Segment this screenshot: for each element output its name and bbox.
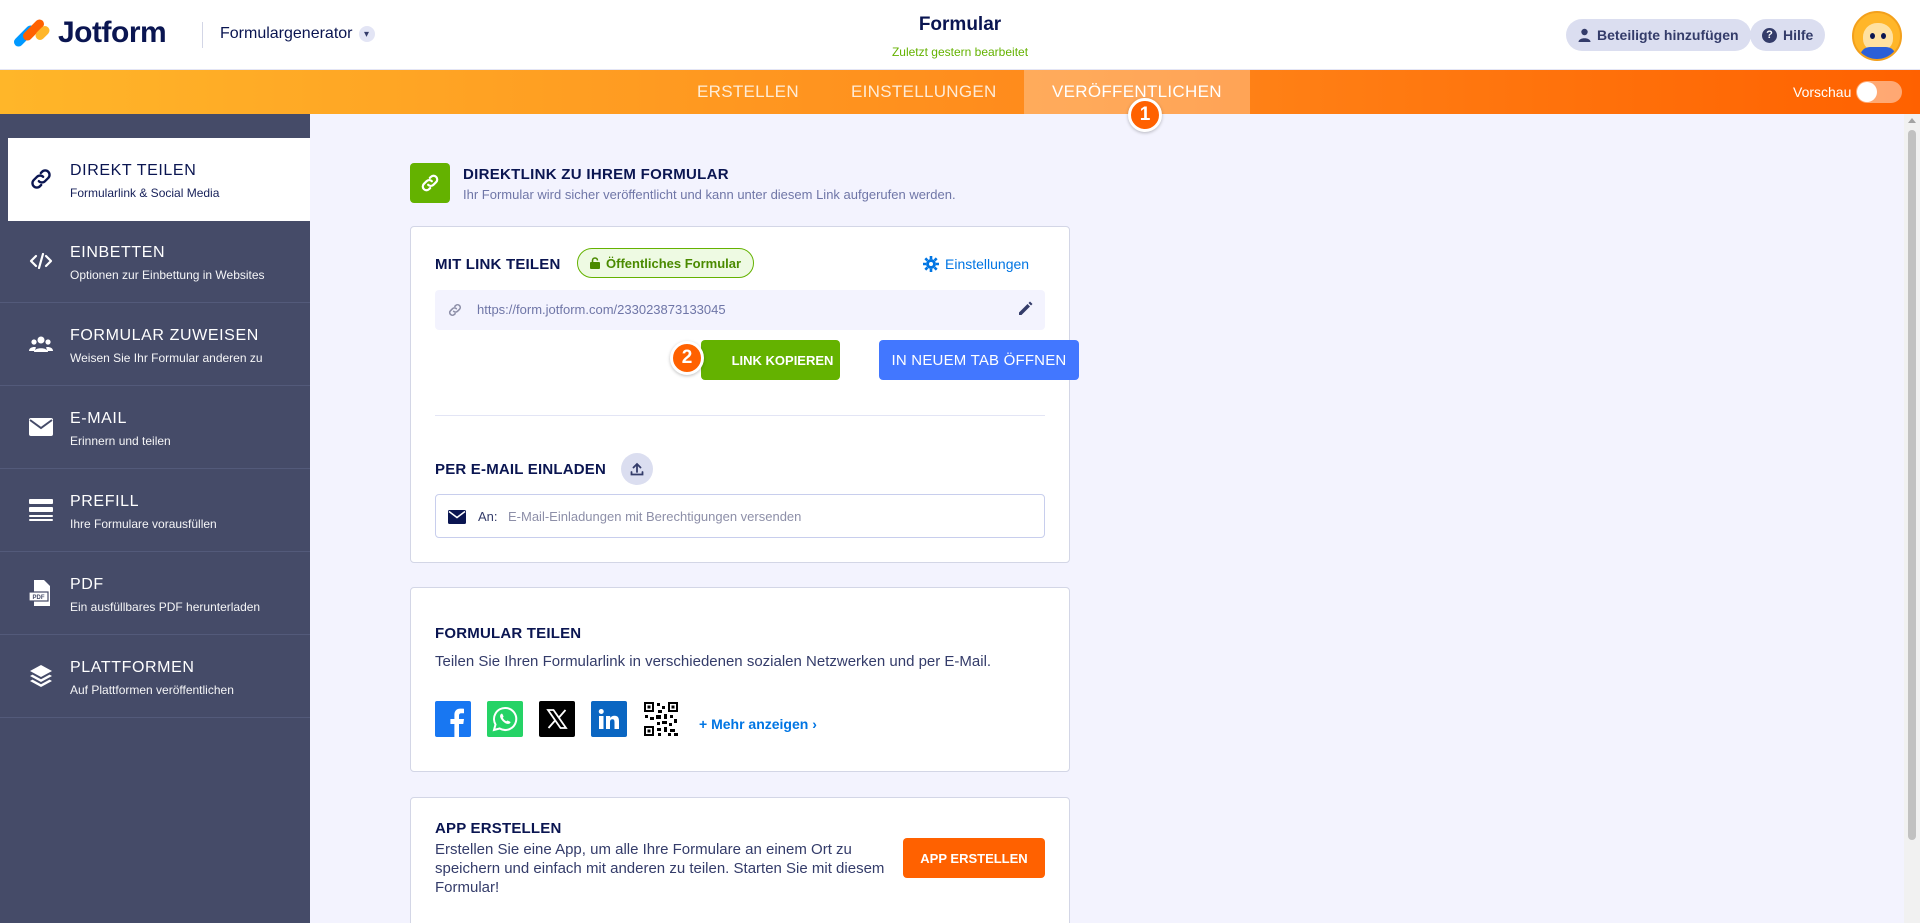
sidebar-item-title: E-MAIL: [70, 410, 127, 427]
lock-icon: [590, 257, 600, 269]
sidebar-item-title: PLATTFORMEN: [70, 659, 195, 676]
header-divider: [202, 22, 203, 48]
x-twitter-icon[interactable]: [539, 701, 575, 737]
open-in-new-tab-button[interactable]: IN NEUEM TAB ÖFFNEN: [879, 340, 1079, 380]
gear-icon: [923, 256, 939, 272]
sidebar-item-prefill[interactable]: PREFILL Ihre Formulare vorausfüllen: [0, 469, 310, 552]
show-more-link[interactable]: + Mehr anzeigen ›: [699, 716, 817, 732]
user-icon: [1578, 28, 1591, 42]
sidebar-item-title: EINBETTEN: [70, 244, 166, 261]
link-icon: [410, 163, 450, 203]
share-form-subtitle: Teilen Sie Ihren Formularlink in verschi…: [435, 653, 992, 670]
builder-tab-bar: ERSTELLEN EINSTELLUNGEN VERÖFFENTLICHEN: [0, 70, 1920, 114]
sidebar-item-direct-share[interactable]: DIREKT TEILEN Formularlink & Social Medi…: [8, 138, 310, 221]
brand-name: Jotform: [58, 16, 167, 49]
linkedin-icon[interactable]: [591, 701, 627, 737]
direct-link-title: DIREKTLINK ZU IHREM FORMULAR: [463, 166, 729, 183]
sidebar-item-subtitle: Formularlink & Social Media: [70, 186, 220, 200]
email-to-label: An:: [478, 509, 498, 524]
sidebar-item-subtitle: Ein ausfüllbares PDF herunterladen: [70, 600, 261, 614]
sidebar-item-email[interactable]: E-MAIL Erinnern und teilen: [0, 386, 310, 469]
jotform-logo-icon: [12, 17, 52, 49]
add-collaborators-button[interactable]: Beteiligte hinzufügen: [1566, 19, 1751, 51]
link-settings-label: Einstellungen: [945, 256, 1030, 272]
top-header: Jotform Formulargenerator ▾ Formular Zul…: [0, 0, 1920, 70]
sidebar-item-title: FORMULAR ZUWEISEN: [70, 327, 259, 344]
qr-code-icon[interactable]: [643, 701, 679, 737]
help-icon: ?: [1762, 27, 1777, 43]
public-form-label: Öffentliches Formular: [606, 255, 742, 271]
form-generator-dropdown[interactable]: Formulargenerator ▾: [220, 25, 375, 43]
public-form-badge[interactable]: Öffentliches Formular: [577, 248, 755, 278]
sidebar-item-pdf[interactable]: PDF PDF Ein ausfüllbares PDF herunterlad…: [0, 552, 310, 635]
tab-create[interactable]: ERSTELLEN: [669, 70, 827, 114]
help-label: Hilfe: [1783, 27, 1814, 43]
link-icon: [448, 303, 462, 317]
sidebar-item-platforms[interactable]: PLATTFORMEN Auf Plattformen veröffentlic…: [0, 635, 310, 718]
help-button[interactable]: ? Hilfe: [1750, 19, 1826, 51]
whatsapp-icon[interactable]: [487, 701, 523, 737]
sidebar-item-title: PREFILL: [70, 493, 140, 510]
envelope-icon: [448, 510, 466, 524]
sidebar-item-subtitle: Optionen zur Einbettung in Websites: [70, 268, 265, 282]
direct-link-subtitle: Ihr Formular wird sicher veröffentlicht …: [463, 187, 956, 202]
preview-toggle[interactable]: [1856, 81, 1902, 103]
form-url-field[interactable]: https://form.jotform.com/233023873133045: [435, 290, 1045, 330]
pdf-icon: PDF: [28, 580, 54, 606]
publish-sidebar: DIREKT TEILEN Formularlink & Social Medi…: [0, 114, 310, 923]
user-avatar[interactable]: [1852, 11, 1902, 61]
jotform-logo[interactable]: Jotform: [12, 16, 167, 50]
form-generator-label: Formulargenerator: [220, 25, 353, 42]
sidebar-item-subtitle: Auf Plattformen veröffentlichen: [70, 683, 234, 697]
create-app-title: APP ERSTELLEN: [435, 820, 562, 837]
sidebar-item-assign-form[interactable]: FORMULAR ZUWEISEN Weisen Sie Ihr Formula…: [0, 303, 310, 386]
prefill-icon: [28, 497, 54, 523]
upload-icon: [630, 462, 644, 476]
share-link-card: MIT LINK TEILEN Öffentliches Formular Ei…: [410, 226, 1079, 563]
email-invite-placeholder: E-Mail-Einladungen mit Berechtigungen ve…: [508, 509, 802, 524]
email-invite-field[interactable]: An: E-Mail-Einladungen mit Berechtigunge…: [435, 494, 1045, 538]
link-settings-button[interactable]: Einstellungen: [923, 256, 1029, 272]
code-icon: [28, 248, 54, 274]
form-url-text: https://form.jotform.com/233023873133045: [477, 302, 726, 317]
svg-text:PDF: PDF: [33, 595, 45, 601]
layers-icon: [28, 663, 54, 689]
preview-label: Vorschau: [1793, 84, 1852, 100]
step-badge-2: 2: [670, 341, 704, 375]
sidebar-item-subtitle: Ihre Formulare vorausfüllen: [70, 517, 217, 531]
sidebar-item-title: DIREKT TEILEN: [70, 162, 197, 179]
upload-contacts-button[interactable]: [621, 453, 653, 485]
scrollbar-thumb[interactable]: [1908, 130, 1916, 840]
envelope-icon: [28, 414, 54, 440]
pencil-icon[interactable]: [1017, 301, 1033, 317]
add-collaborators-label: Beteiligte hinzufügen: [1597, 27, 1739, 43]
scroll-up-arrow-icon[interactable]: [1908, 118, 1916, 123]
copy-link-button[interactable]: LINK KOPIEREN: [701, 340, 840, 380]
sidebar-item-embed[interactable]: EINBETTEN Optionen zur Einbettung in Web…: [0, 220, 310, 303]
create-app-description: Erstellen Sie eine App, um alle Ihre For…: [435, 841, 885, 896]
users-icon: [28, 331, 54, 357]
link-icon: [28, 166, 54, 192]
facebook-icon[interactable]: [435, 701, 471, 737]
create-app-button[interactable]: APP ERSTELLEN: [903, 838, 1045, 878]
sidebar-item-subtitle: Weisen Sie Ihr Formular anderen zu: [70, 351, 263, 365]
step-badge-1: 1: [1128, 98, 1162, 132]
page-scrollbar[interactable]: [1904, 114, 1920, 923]
sidebar-item-subtitle: Erinnern und teilen: [70, 434, 171, 448]
share-link-title: MIT LINK TEILEN: [435, 256, 561, 273]
share-form-title: FORMULAR TEILEN: [435, 625, 582, 642]
chevron-down-icon: ▾: [358, 26, 375, 42]
sidebar-item-title: PDF: [70, 576, 104, 593]
create-app-card: APP ERSTELLEN Erstellen Sie eine App, um…: [410, 797, 1070, 923]
section-divider: [435, 415, 1045, 416]
tab-settings[interactable]: EINSTELLUNGEN: [823, 70, 1025, 114]
share-form-card: FORMULAR TEILEN Teilen Sie Ihren Formula…: [410, 587, 1070, 772]
email-invite-title: PER E-MAIL EINLADEN: [435, 461, 607, 478]
